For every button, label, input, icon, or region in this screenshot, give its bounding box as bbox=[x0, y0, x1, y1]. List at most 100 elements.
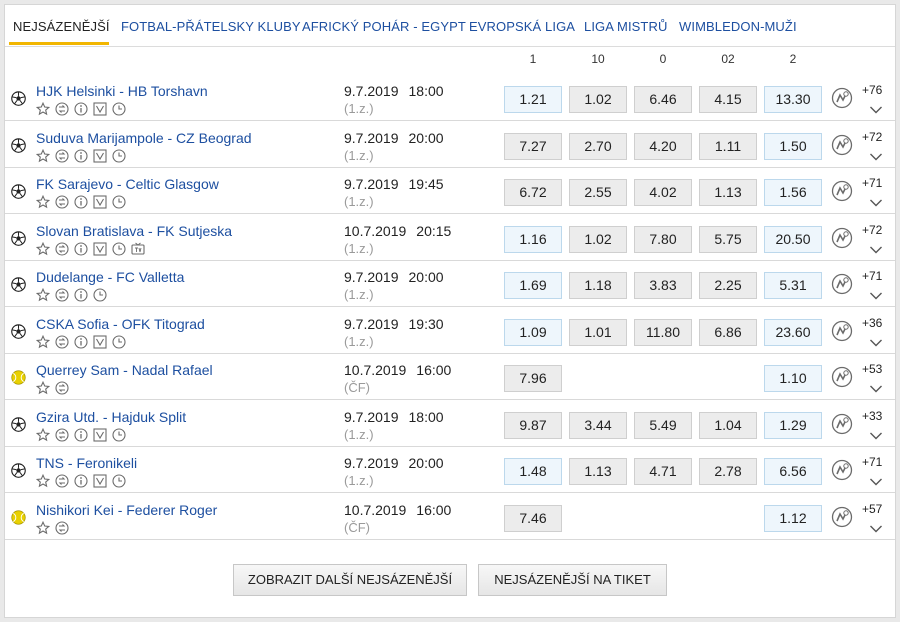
replay-icon[interactable] bbox=[55, 520, 69, 535]
match-name-link[interactable]: Slovan Bratislava - FK Sutjeska bbox=[36, 223, 232, 239]
odd-button-2[interactable]: 6.56 bbox=[764, 458, 822, 485]
odd-button-1[interactable]: 6.72 bbox=[504, 179, 562, 206]
chevron-down-icon[interactable] bbox=[869, 242, 883, 253]
odd-button-2[interactable]: 1.10 bbox=[764, 365, 822, 392]
chevron-down-icon[interactable] bbox=[869, 335, 883, 346]
clock-icon[interactable] bbox=[112, 148, 126, 163]
replay-icon[interactable] bbox=[55, 195, 69, 209]
more-bets-count[interactable]: +33 bbox=[862, 409, 882, 423]
tab-evropska-liga[interactable]: EVROPSKÁ LIGA bbox=[469, 19, 575, 34]
chevron-down-icon[interactable] bbox=[869, 195, 883, 207]
odd-button-2[interactable]: 13.30 bbox=[764, 86, 822, 113]
star-icon[interactable] bbox=[35, 241, 51, 256]
odd-button-0[interactable]: 4.20 bbox=[634, 132, 692, 160]
star-icon[interactable] bbox=[35, 427, 51, 442]
chart-icon[interactable] bbox=[93, 241, 107, 256]
more-bets-count[interactable]: +57 bbox=[862, 502, 882, 516]
chart-icon[interactable] bbox=[93, 334, 107, 349]
odd-button-1[interactable]: 7.46 bbox=[504, 504, 562, 532]
more-bets-count[interactable]: +72 bbox=[862, 130, 882, 144]
chevron-down-icon[interactable] bbox=[869, 381, 883, 393]
odd-button-02[interactable]: 5.75 bbox=[699, 225, 757, 253]
replay-icon[interactable] bbox=[55, 474, 69, 488]
tab-africky-pohar-egypt[interactable]: AFRICKÝ POHÁR - EGYPT bbox=[302, 19, 466, 34]
more-bets-count[interactable]: +53 bbox=[862, 362, 882, 376]
odd-button-0[interactable]: 11.80 bbox=[634, 318, 692, 346]
odd-button-02[interactable]: 4.15 bbox=[699, 86, 757, 113]
match-name-link[interactable]: Gzira Utd. - Hajduk Split bbox=[36, 409, 186, 425]
clock-icon[interactable] bbox=[112, 427, 126, 442]
chevron-down-icon[interactable] bbox=[869, 474, 883, 486]
replay-icon[interactable] bbox=[55, 381, 69, 395]
odd-button-2[interactable]: 20.50 bbox=[764, 225, 822, 253]
info-icon[interactable] bbox=[74, 427, 88, 442]
odd-button-10[interactable]: 3.44 bbox=[569, 411, 627, 439]
statistics-icon[interactable] bbox=[831, 366, 853, 388]
odd-button-1[interactable]: 1.48 bbox=[504, 458, 562, 485]
odd-button-2[interactable]: 1.12 bbox=[764, 504, 822, 532]
star-icon[interactable] bbox=[35, 520, 51, 535]
star-icon[interactable] bbox=[35, 101, 51, 116]
match-name-link[interactable]: Nishikori Kei - Federer Roger bbox=[36, 502, 217, 518]
match-name-link[interactable]: Dudelange - FC Valletta bbox=[36, 269, 184, 285]
match-name-link[interactable]: Suduva Marijampole - CZ Beograd bbox=[36, 130, 252, 146]
replay-icon[interactable] bbox=[55, 241, 69, 256]
odd-button-2[interactable]: 5.31 bbox=[764, 272, 822, 299]
statistics-icon[interactable] bbox=[831, 459, 853, 481]
odd-button-1[interactable]: 7.27 bbox=[504, 132, 562, 160]
tab-wimbledon-muzi[interactable]: WIMBLEDON-MUŽI bbox=[679, 19, 797, 34]
info-icon[interactable] bbox=[74, 102, 88, 116]
info-icon[interactable] bbox=[74, 195, 88, 209]
clock-icon[interactable] bbox=[93, 288, 107, 302]
odd-button-02[interactable]: 6.86 bbox=[699, 318, 757, 346]
odd-button-10[interactable]: 2.55 bbox=[569, 179, 627, 206]
statistics-icon[interactable] bbox=[831, 180, 853, 202]
statistics-icon[interactable] bbox=[831, 506, 853, 528]
odd-button-0[interactable]: 5.49 bbox=[634, 411, 692, 439]
more-bets-count[interactable]: +71 bbox=[862, 176, 882, 190]
clock-icon[interactable] bbox=[112, 102, 126, 116]
star-icon[interactable] bbox=[35, 148, 51, 163]
statistics-icon[interactable] bbox=[831, 413, 853, 435]
match-name-link[interactable]: TNS - Feronikeli bbox=[36, 455, 137, 471]
statistics-icon[interactable] bbox=[831, 134, 853, 156]
odd-button-02[interactable]: 2.25 bbox=[699, 272, 757, 299]
clock-icon[interactable] bbox=[112, 474, 126, 488]
odd-button-02[interactable]: 1.13 bbox=[699, 179, 757, 206]
chevron-down-icon[interactable] bbox=[869, 149, 883, 160]
replay-icon[interactable] bbox=[55, 148, 69, 163]
replay-icon[interactable] bbox=[55, 288, 69, 302]
clock-icon[interactable] bbox=[112, 334, 126, 349]
odd-button-0[interactable]: 3.83 bbox=[634, 272, 692, 299]
star-icon[interactable] bbox=[35, 473, 51, 488]
star-icon[interactable] bbox=[35, 287, 51, 302]
odd-button-2[interactable]: 1.56 bbox=[764, 179, 822, 206]
statistics-icon[interactable] bbox=[831, 227, 853, 249]
odd-button-2[interactable]: 23.60 bbox=[764, 318, 822, 346]
statistics-icon[interactable] bbox=[831, 273, 853, 295]
replay-icon[interactable] bbox=[55, 334, 69, 349]
tv-icon[interactable] bbox=[131, 242, 145, 256]
chevron-down-icon[interactable] bbox=[869, 428, 883, 439]
replay-icon[interactable] bbox=[55, 102, 69, 116]
odd-button-0[interactable]: 4.02 bbox=[634, 179, 692, 206]
odd-button-2[interactable]: 1.29 bbox=[764, 411, 822, 439]
info-icon[interactable] bbox=[74, 334, 88, 349]
more-bets-count[interactable]: +36 bbox=[862, 316, 882, 330]
more-bets-count[interactable]: +72 bbox=[862, 223, 882, 237]
info-icon[interactable] bbox=[74, 474, 88, 488]
odd-button-10[interactable]: 1.13 bbox=[569, 458, 627, 485]
odd-button-1[interactable]: 1.09 bbox=[504, 318, 562, 346]
odd-button-1[interactable]: 9.87 bbox=[504, 411, 562, 439]
chart-icon[interactable] bbox=[93, 474, 107, 488]
statistics-icon[interactable] bbox=[831, 87, 853, 109]
chevron-down-icon[interactable] bbox=[869, 521, 883, 532]
chart-icon[interactable] bbox=[93, 195, 107, 209]
odd-button-02[interactable]: 1.04 bbox=[699, 411, 757, 439]
tab-fotbal-pratelsky-kluby[interactable]: FOTBAL-PŘÁTELSKY KLUBY bbox=[121, 19, 301, 34]
odd-button-02[interactable]: 1.11 bbox=[699, 132, 757, 160]
star-icon[interactable] bbox=[35, 334, 51, 349]
info-icon[interactable] bbox=[74, 148, 88, 163]
odd-button-02[interactable]: 2.78 bbox=[699, 458, 757, 485]
tab-liga-mistru[interactable]: LIGA MISTRŮ bbox=[584, 19, 667, 34]
